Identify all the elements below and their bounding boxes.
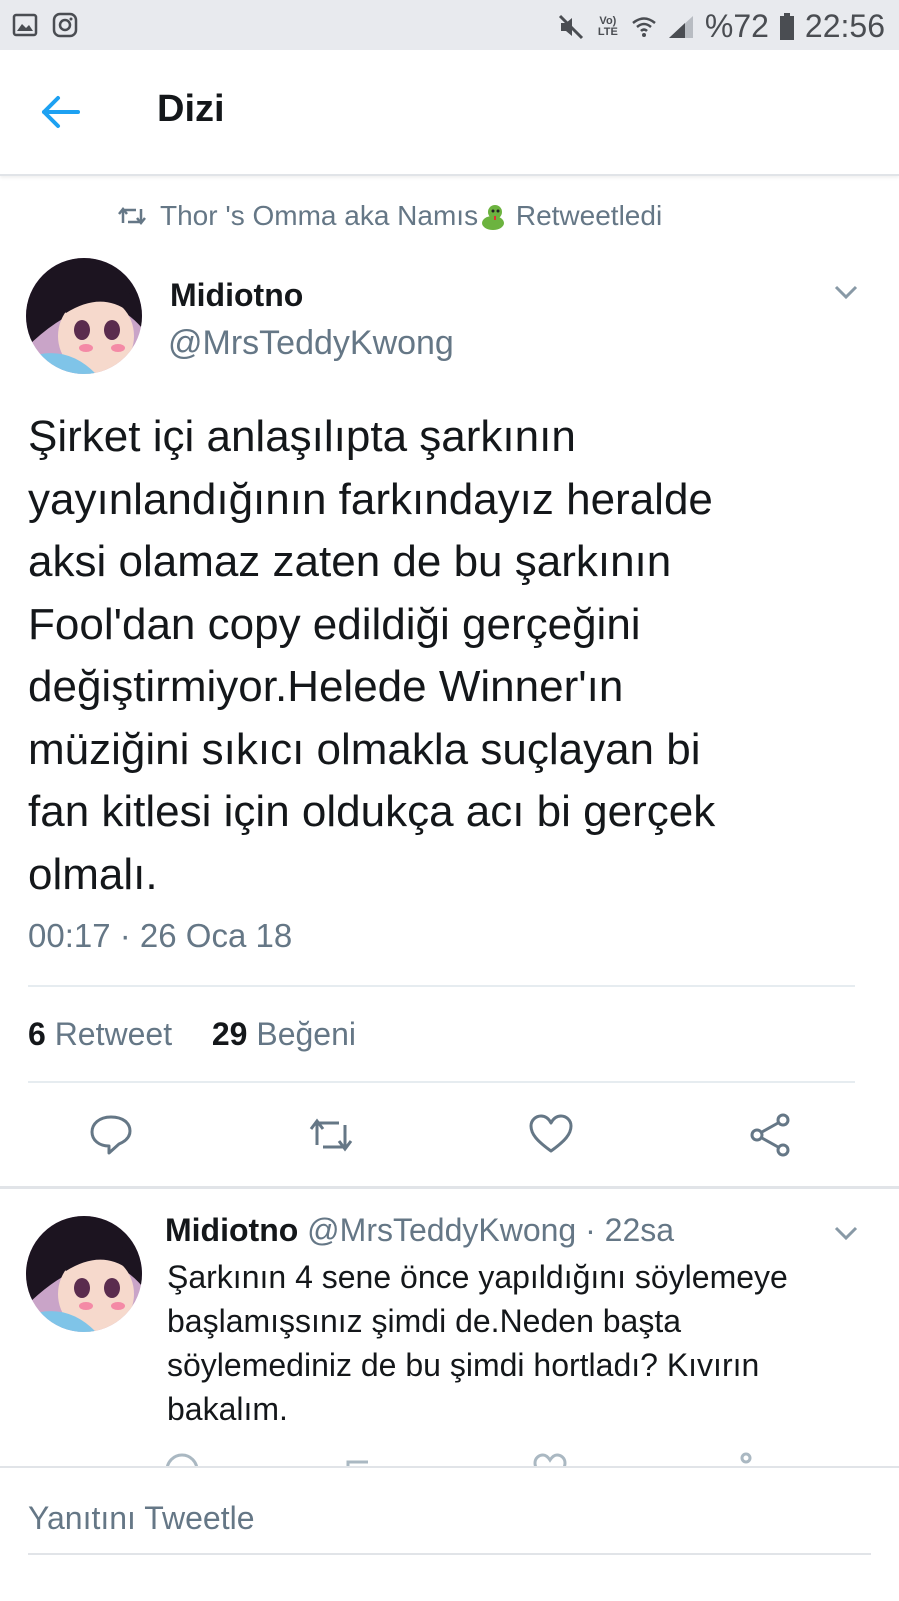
reply-icon[interactable] bbox=[87, 1111, 135, 1159]
like-icon[interactable] bbox=[527, 1111, 575, 1159]
battery-icon bbox=[779, 12, 794, 40]
tweet-line: yayınlandığının farkındayız heralde bbox=[28, 474, 713, 524]
retweet-icon bbox=[118, 207, 146, 226]
mute-icon bbox=[558, 14, 583, 39]
status-bar: Vo) LTE %72 22:56 bbox=[0, 0, 899, 50]
chevron-down-icon[interactable] bbox=[833, 283, 859, 301]
reply-line: başlamışsınız şimdi de.Neden başta bbox=[167, 1303, 682, 1339]
reply-avatar[interactable] bbox=[26, 1216, 142, 1332]
retweet-stat[interactable]: 6 Retweet bbox=[28, 1016, 172, 1052]
tweet-line: aksi olamaz zaten de bu şarkının bbox=[28, 537, 672, 586]
reply-line: bakalım. bbox=[167, 1391, 288, 1427]
tweet-line: Fool'dan copy edildiği gerçeğini bbox=[28, 599, 641, 649]
status-right: Vo) LTE %72 22:56 bbox=[557, 8, 885, 45]
battery-percent: %72 bbox=[704, 8, 769, 44]
snake-emoji-icon bbox=[478, 203, 508, 233]
tweet-text: Şirket içi anlaşılıpta şarkının yayınlan… bbox=[28, 406, 868, 906]
avatar[interactable] bbox=[26, 258, 142, 374]
reply-line: Şarkının 4 sene önce yapıldığını söyleme… bbox=[167, 1259, 788, 1295]
retweeter-name: Thor 's Omma aka Namıs bbox=[160, 200, 479, 231]
tweet-line: müziğini sıkıcı olmakla suçlayan bi bbox=[28, 724, 701, 774]
back-arrow-icon[interactable] bbox=[38, 92, 82, 132]
tweet-stats: 6 Retweet 29 Beğeni bbox=[28, 1016, 356, 1053]
signal-icon bbox=[668, 15, 693, 38]
reply-reply-icon[interactable] bbox=[164, 1452, 200, 1466]
reply-author-name[interactable]: Midiotno bbox=[165, 1212, 298, 1248]
reply-actions-partial bbox=[160, 1452, 800, 1466]
retweet-action-icon[interactable] bbox=[307, 1111, 355, 1159]
reply-header: Midiotno @MrsTeddyKwong · 22sa bbox=[165, 1212, 674, 1249]
reply-chevron-down-icon[interactable] bbox=[833, 1224, 859, 1242]
network-label: Vo) LTE bbox=[597, 14, 618, 38]
tweet-line: değiştirmiyor.Helede Winner'ın bbox=[28, 662, 624, 711]
tweet-timestamp: 00:17 · 26 Oca 18 bbox=[28, 917, 293, 954]
page-title: Dizi bbox=[157, 88, 225, 130]
reply-age: · 22sa bbox=[585, 1212, 675, 1248]
composer-underline bbox=[28, 1553, 871, 1555]
retweet-banner[interactable]: Thor 's Omma aka Namıs Retweetledi bbox=[118, 200, 662, 233]
reply-text: Şarkının 4 sene önce yapıldığını söyleme… bbox=[167, 1255, 847, 1431]
retweet-suffix: Retweetledi bbox=[515, 200, 663, 231]
wifi-icon bbox=[632, 16, 656, 37]
reply-retweet-icon[interactable] bbox=[342, 1454, 378, 1466]
like-stat[interactable]: 29 Beğeni bbox=[212, 1016, 356, 1052]
reply-input-placeholder[interactable]: Yanıtını Tweetle bbox=[28, 1500, 255, 1537]
author-name[interactable]: Midiotno bbox=[170, 277, 303, 314]
app-bar bbox=[0, 50, 899, 176]
gallery-icon bbox=[12, 13, 38, 37]
instagram-icon bbox=[52, 12, 78, 38]
tweet-line: fan kitlesi için oldukça acı bi gerçek bbox=[28, 787, 716, 836]
reply-author-handle[interactable]: @MrsTeddyKwong bbox=[307, 1212, 576, 1248]
reply-share-icon[interactable] bbox=[720, 1452, 756, 1466]
divider bbox=[0, 1186, 899, 1189]
tweet-line: Şirket içi anlaşılıpta şarkının bbox=[28, 412, 576, 461]
status-left-icons bbox=[12, 12, 78, 38]
divider bbox=[28, 1081, 855, 1083]
divider bbox=[28, 985, 855, 987]
author-handle[interactable]: @MrsTeddyKwong bbox=[168, 324, 454, 363]
clock: 22:56 bbox=[804, 8, 885, 44]
reply-line: söylemediniz de bu şimdi hortladı? Kıvır… bbox=[167, 1347, 760, 1383]
reply-like-icon[interactable] bbox=[532, 1452, 568, 1466]
tweet-line: olmalı. bbox=[28, 849, 158, 899]
share-icon[interactable] bbox=[747, 1111, 795, 1159]
